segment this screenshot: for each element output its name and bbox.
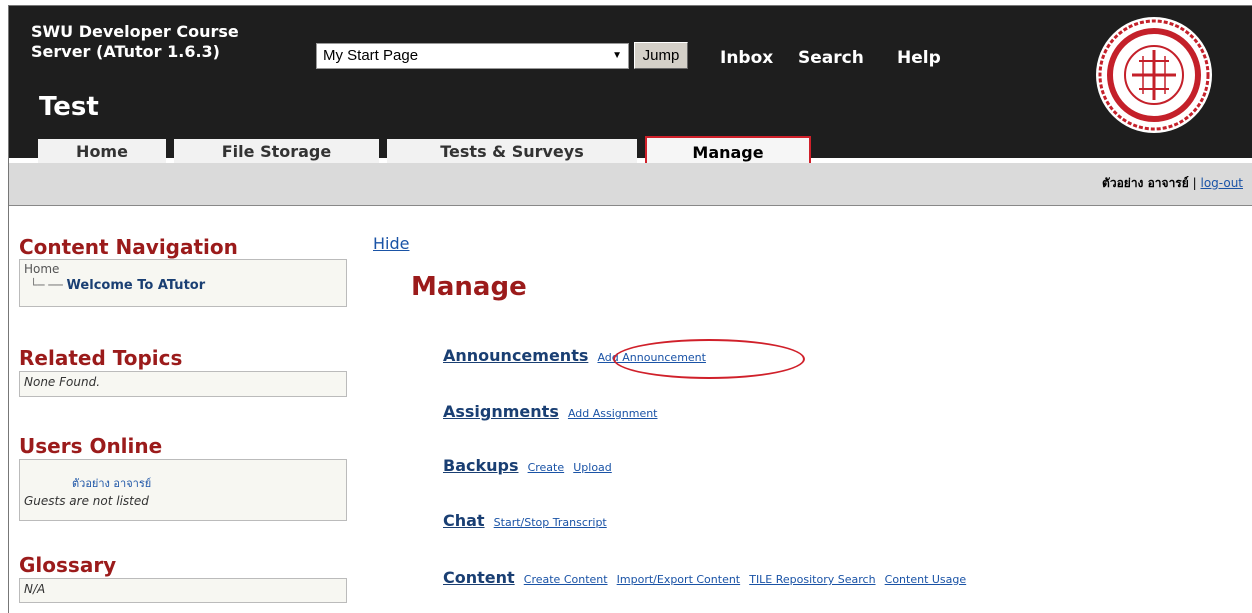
university-seal-logo bbox=[1096, 17, 1212, 133]
section-content: Content Create Content Import/Export Con… bbox=[443, 568, 966, 587]
highlight-circle bbox=[613, 339, 805, 379]
user-area: ตัวอย่าง อาจารย์ | log-out bbox=[1102, 174, 1243, 193]
section-assignments: Assignments Add Assignment bbox=[443, 402, 658, 421]
header: SWU Developer Course Server (ATutor 1.6.… bbox=[9, 6, 1252, 158]
create-content-link[interactable]: Create Content bbox=[524, 573, 608, 586]
content-link[interactable]: Content bbox=[443, 568, 515, 587]
hide-menu-link[interactable]: Hide bbox=[373, 234, 409, 253]
glossary-title: Glossary bbox=[19, 553, 117, 577]
tree-branch: └─ ── bbox=[30, 278, 63, 292]
help-link[interactable]: Help bbox=[897, 48, 941, 68]
tab-tests-surveys[interactable]: Tests & Surveys bbox=[387, 139, 637, 163]
tab-home[interactable]: Home bbox=[38, 139, 166, 163]
tab-manage[interactable]: Manage bbox=[645, 136, 811, 166]
guests-note: Guests are not listed bbox=[24, 494, 149, 508]
user-bar: ตัวอย่าง อาจารย์ | log-out bbox=[9, 163, 1252, 206]
import-export-content-link[interactable]: Import/Export Content bbox=[617, 573, 740, 586]
app-window: SWU Developer Course Server (ATutor 1.6.… bbox=[8, 5, 1252, 613]
logout-link[interactable]: log-out bbox=[1201, 176, 1244, 190]
content-navigation-box: Home └─ ── Welcome To ATutor bbox=[19, 259, 347, 307]
content-navigation-title: Content Navigation bbox=[19, 235, 238, 259]
chevron-down-icon: ▼ bbox=[612, 50, 622, 61]
assignments-link[interactable]: Assignments bbox=[443, 402, 559, 421]
section-backups: Backups Create Upload bbox=[443, 456, 612, 475]
course-title: Test bbox=[39, 92, 99, 122]
site-name-line-1: SWU Developer Course bbox=[31, 22, 239, 41]
online-user-link[interactable]: ตัวอย่าง อาจารย์ bbox=[24, 474, 342, 492]
content-usage-link[interactable]: Content Usage bbox=[885, 573, 967, 586]
nav-welcome-link[interactable]: Welcome To ATutor bbox=[67, 278, 206, 293]
users-online-box: ตัวอย่าง อาจารย์ Guests are not listed bbox=[19, 459, 347, 521]
search-link[interactable]: Search bbox=[798, 48, 864, 68]
site-name-line-2: Server (ATutor 1.6.3) bbox=[31, 42, 220, 61]
user-name: ตัวอย่าง อาจารย์ bbox=[1102, 176, 1189, 190]
inbox-link[interactable]: Inbox bbox=[720, 48, 773, 68]
jump-select-value: My Start Page bbox=[323, 47, 419, 64]
nav-home-link[interactable]: Home bbox=[24, 262, 342, 276]
backups-link[interactable]: Backups bbox=[443, 456, 518, 475]
section-chat: Chat Start/Stop Transcript bbox=[443, 511, 607, 530]
create-backup-link[interactable]: Create bbox=[528, 461, 565, 474]
related-topics-title: Related Topics bbox=[19, 346, 183, 370]
tab-file-storage[interactable]: File Storage bbox=[174, 139, 379, 163]
users-online-title: Users Online bbox=[19, 434, 163, 458]
announcements-link[interactable]: Announcements bbox=[443, 346, 588, 365]
add-assignment-link[interactable]: Add Assignment bbox=[568, 407, 658, 420]
jump-select[interactable]: My Start Page ▼ bbox=[316, 43, 629, 69]
start-stop-transcript-link[interactable]: Start/Stop Transcript bbox=[494, 516, 607, 529]
upload-backup-link[interactable]: Upload bbox=[573, 461, 612, 474]
glossary-box: N/A bbox=[19, 578, 347, 603]
page-title: Manage bbox=[411, 272, 527, 302]
jump-button[interactable]: Jump bbox=[634, 42, 688, 69]
nav-tree-row: └─ ── Welcome To ATutor bbox=[24, 278, 342, 293]
tile-repository-search-link[interactable]: TILE Repository Search bbox=[749, 573, 875, 586]
related-topics-box: None Found. bbox=[19, 371, 347, 397]
site-name: SWU Developer Course Server (ATutor 1.6.… bbox=[31, 22, 291, 62]
chat-link[interactable]: Chat bbox=[443, 511, 485, 530]
separator: | bbox=[1192, 176, 1197, 190]
